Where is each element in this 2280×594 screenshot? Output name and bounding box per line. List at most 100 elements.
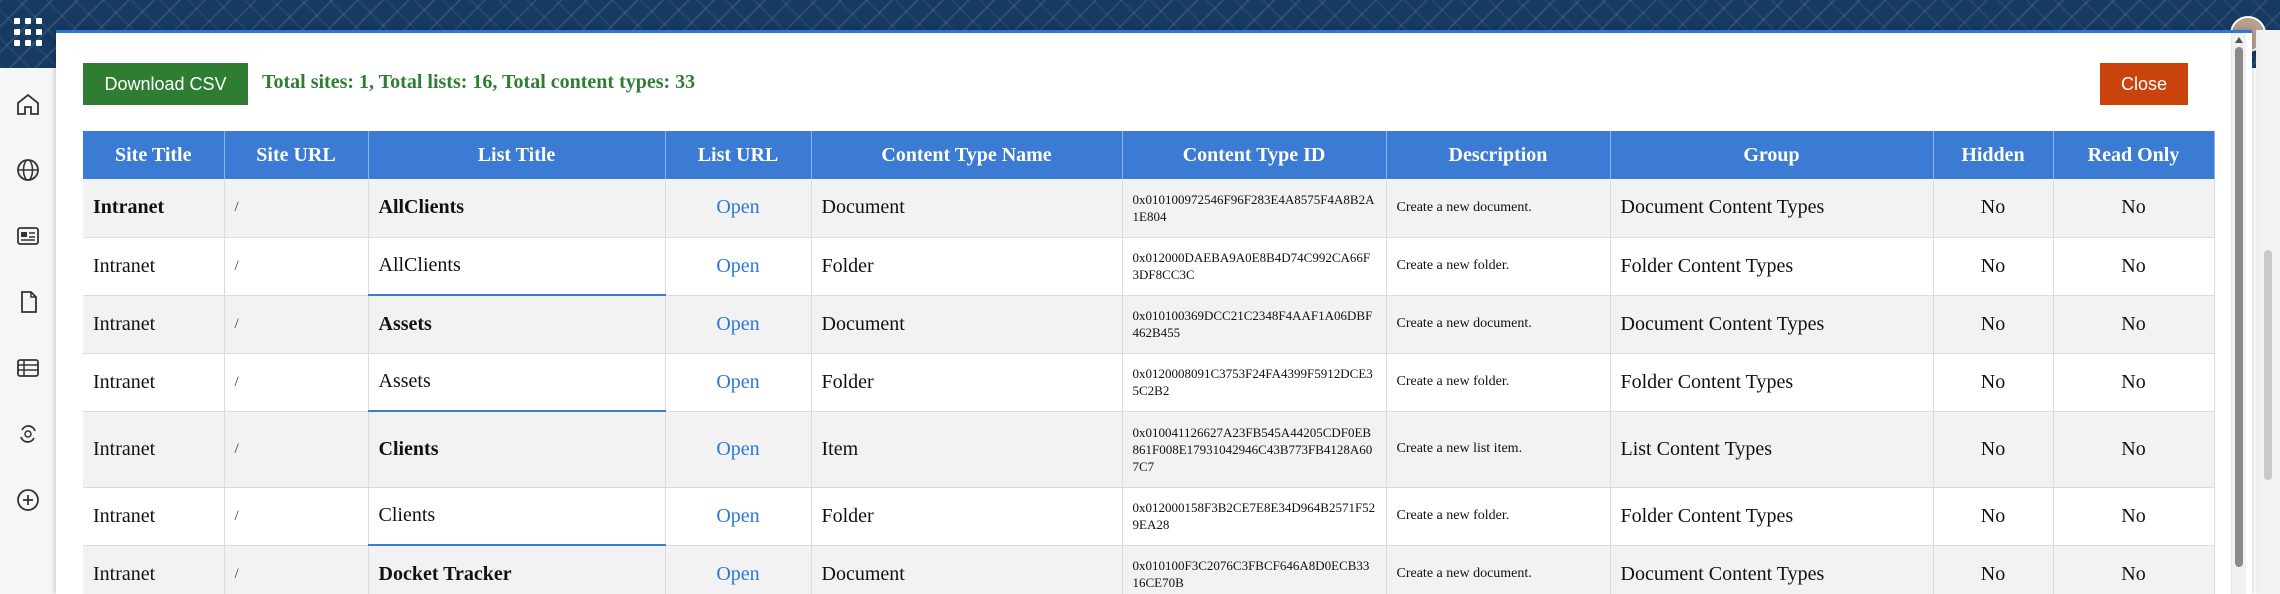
read-only-cell: No: [2053, 545, 2215, 594]
list-title-cell: Assets: [368, 353, 666, 412]
column-header-site-title[interactable]: Site Title: [83, 131, 225, 179]
content-type-name-cell: Folder: [811, 487, 1123, 546]
content-type-id-cell: 0x010100F3C2076C3FBCF646A8D0ECB3316CE70B: [1122, 545, 1387, 594]
content-types-table-container: Site Title Site URL List Title List URL …: [83, 131, 2215, 594]
site-url-cell: /: [224, 179, 369, 238]
read-only-cell: No: [2053, 295, 2215, 354]
description-cell: Create a new list item.: [1386, 411, 1611, 488]
content-type-name-cell: Folder: [811, 353, 1123, 412]
table-row: Intranet / Assets Open Folder 0x01200080…: [83, 353, 2215, 412]
close-button[interactable]: Close: [2100, 63, 2188, 105]
column-header-read-only[interactable]: Read Only: [2053, 131, 2215, 179]
left-app-bar: [0, 68, 57, 594]
description-cell: Create a new document.: [1386, 545, 1611, 594]
list-url-cell: Open: [665, 411, 812, 488]
hidden-cell: No: [1933, 353, 2054, 412]
list-url-cell: Open: [665, 545, 812, 594]
page-scrollbar[interactable]: [2256, 30, 2280, 594]
content-type-name-cell: Folder: [811, 237, 1123, 296]
app-launcher-icon[interactable]: [14, 18, 42, 46]
content-type-id-cell: 0x012000158F3B2CE7E8E34D964B2571F529EA28: [1122, 487, 1387, 546]
site-url-cell: /: [224, 237, 369, 296]
group-cell: Folder Content Types: [1610, 353, 1934, 412]
open-list-link[interactable]: Open: [716, 255, 759, 277]
list-title-cell: Assets: [368, 295, 666, 354]
site-title-cell: Intranet: [83, 237, 225, 296]
list-url-cell: Open: [665, 237, 812, 296]
group-cell: Document Content Types: [1610, 179, 1934, 238]
scroll-up-icon[interactable]: [2235, 37, 2243, 43]
hidden-cell: No: [1933, 295, 2054, 354]
list-url-cell: Open: [665, 295, 812, 354]
table-row: Intranet / Docket Tracker Open Document …: [83, 545, 2215, 594]
content-types-table: Site Title Site URL List Title List URL …: [83, 131, 2215, 594]
dialog-scrollbar-thumb[interactable]: [2235, 47, 2243, 567]
hidden-cell: No: [1933, 487, 2054, 546]
group-cell: Folder Content Types: [1610, 237, 1934, 296]
site-url-cell: /: [224, 411, 369, 488]
dialog-scrollbar[interactable]: [2231, 33, 2246, 594]
list-title-cell: AllClients: [368, 237, 666, 296]
group-cell: List Content Types: [1610, 411, 1934, 488]
site-url-cell: /: [224, 487, 369, 546]
read-only-cell: No: [2053, 237, 2215, 296]
column-header-list-url[interactable]: List URL: [665, 131, 812, 179]
description-cell: Create a new document.: [1386, 179, 1611, 238]
column-header-hidden[interactable]: Hidden: [1933, 131, 2054, 179]
description-cell: Create a new folder.: [1386, 353, 1611, 412]
page-scrollbar-thumb[interactable]: [2264, 250, 2272, 480]
hidden-cell: No: [1933, 545, 2054, 594]
home-icon[interactable]: [14, 90, 42, 118]
column-header-content-type-name[interactable]: Content Type Name: [811, 131, 1123, 179]
open-list-link[interactable]: Open: [716, 505, 759, 527]
list-title-cell: Clients: [368, 487, 666, 546]
group-cell: Folder Content Types: [1610, 487, 1934, 546]
content-type-name-cell: Item: [811, 411, 1123, 488]
site-url-cell: /: [224, 353, 369, 412]
open-list-link[interactable]: Open: [716, 313, 759, 335]
description-cell: Create a new document.: [1386, 295, 1611, 354]
sync-icon[interactable]: [14, 420, 42, 448]
open-list-link[interactable]: Open: [716, 196, 759, 218]
hidden-cell: No: [1933, 179, 2054, 238]
table-row: Intranet / Assets Open Document 0x010100…: [83, 295, 2215, 354]
add-icon[interactable]: [14, 486, 42, 514]
download-csv-button[interactable]: Download CSV: [83, 63, 248, 105]
table-row: Intranet / Clients Open Folder 0x0120001…: [83, 487, 2215, 546]
description-cell: Create a new folder.: [1386, 237, 1611, 296]
site-title-cell: Intranet: [83, 545, 225, 594]
column-header-list-title[interactable]: List Title: [368, 131, 666, 179]
list-title-cell: Clients: [368, 411, 666, 488]
read-only-cell: No: [2053, 487, 2215, 546]
list-title-cell: Docket Tracker: [368, 545, 666, 594]
content-type-id-cell: 0x010100369DCC21C2348F4AAF1A06DBF462B455: [1122, 295, 1387, 354]
site-title-cell: Intranet: [83, 179, 225, 238]
open-list-link[interactable]: Open: [716, 438, 759, 460]
table-header-row: Site Title Site URL List Title List URL …: [83, 131, 2215, 179]
description-cell: Create a new folder.: [1386, 487, 1611, 546]
read-only-cell: No: [2053, 353, 2215, 412]
document-icon[interactable]: [14, 288, 42, 316]
list-icon[interactable]: [14, 354, 42, 382]
column-header-description[interactable]: Description: [1386, 131, 1611, 179]
read-only-cell: No: [2053, 179, 2215, 238]
column-header-content-type-id[interactable]: Content Type ID: [1122, 131, 1387, 179]
list-url-cell: Open: [665, 353, 812, 412]
list-url-cell: Open: [665, 179, 812, 238]
table-row: Intranet / AllClients Open Document 0x01…: [83, 179, 2215, 238]
open-list-link[interactable]: Open: [716, 371, 759, 393]
list-title-cell: AllClients: [368, 179, 666, 238]
column-header-site-url[interactable]: Site URL: [224, 131, 369, 179]
column-header-group[interactable]: Group: [1610, 131, 1934, 179]
read-only-cell: No: [2053, 411, 2215, 488]
content-type-id-cell: 0x012000DAEBA9A0E8B4D74C992CA66F3DF8CC3C: [1122, 237, 1387, 296]
news-icon[interactable]: [14, 222, 42, 250]
table-row: Intranet / Clients Open Item 0x010041126…: [83, 411, 2215, 488]
content-type-name-cell: Document: [811, 545, 1123, 594]
site-title-cell: Intranet: [83, 353, 225, 412]
open-list-link[interactable]: Open: [716, 563, 759, 585]
report-summary: Total sites: 1, Total lists: 16, Total c…: [262, 71, 696, 93]
site-title-cell: Intranet: [83, 411, 225, 488]
group-cell: Document Content Types: [1610, 545, 1934, 594]
globe-icon[interactable]: [14, 156, 42, 184]
